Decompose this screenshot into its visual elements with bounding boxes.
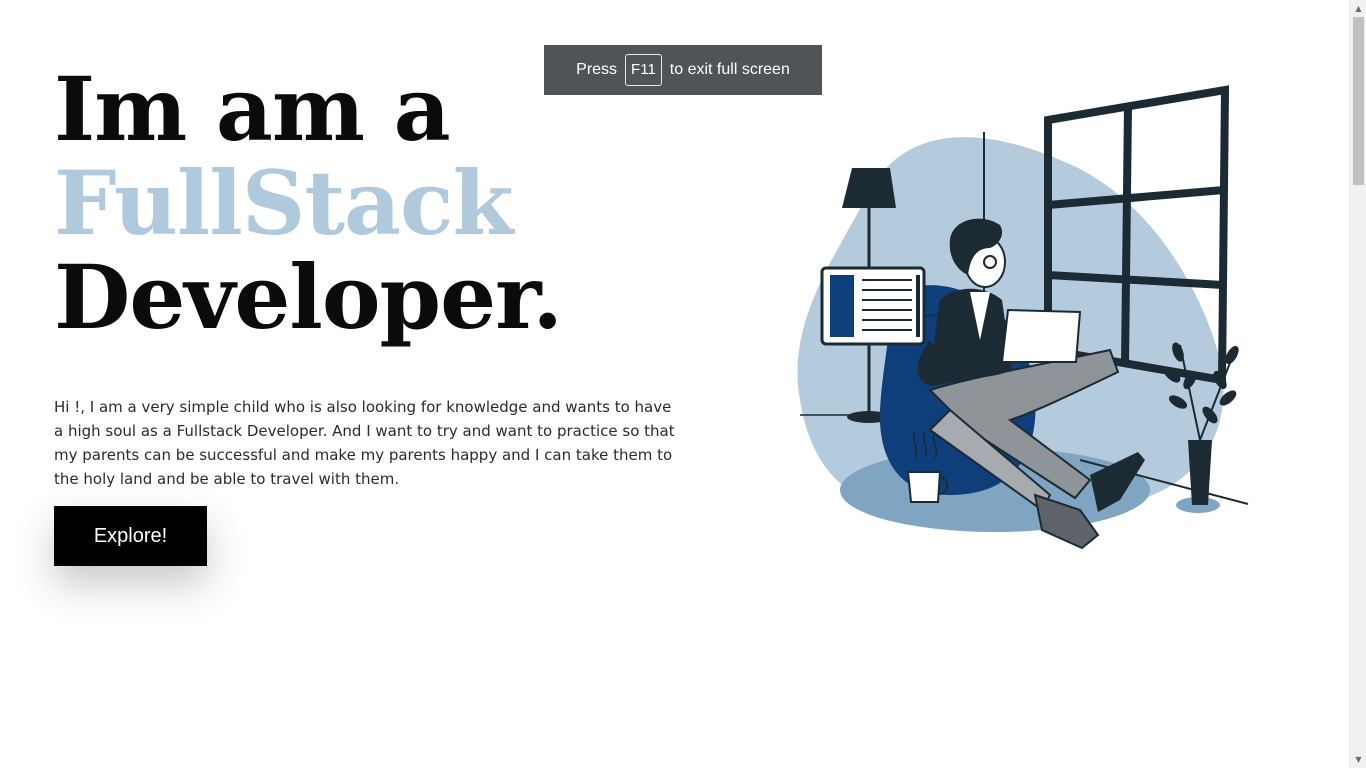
vertical-scrollbar[interactable]: ▲ ▼ xyxy=(1349,0,1366,768)
hero-title-line-1: Im am a xyxy=(54,57,451,161)
developer-illustration xyxy=(797,85,1249,550)
fullscreen-exit-notice: Press F11 to exit full screen xyxy=(544,45,822,95)
hero-title-accent: FullStack xyxy=(54,151,514,255)
scroll-up-arrow-icon[interactable]: ▲ xyxy=(1350,0,1366,17)
scrollbar-thumb[interactable] xyxy=(1353,17,1364,185)
explore-button[interactable]: Explore! xyxy=(54,506,207,566)
scroll-down-arrow-icon[interactable]: ▼ xyxy=(1350,751,1366,768)
hero-title: Im am a FullStack Developer. xyxy=(54,57,563,349)
framed-picture xyxy=(820,266,926,346)
hero-title-line-3: Developer. xyxy=(54,245,563,349)
f11-key-badge: F11 xyxy=(625,54,662,86)
page: Im am a FullStack Developer. Hi !, I am … xyxy=(0,0,1349,768)
fullscreen-notice-press: Press xyxy=(576,61,618,78)
fullscreen-notice-suffix: to exit full screen xyxy=(669,61,790,78)
hero-description: Hi !, I am a very simple child who is al… xyxy=(54,398,675,488)
